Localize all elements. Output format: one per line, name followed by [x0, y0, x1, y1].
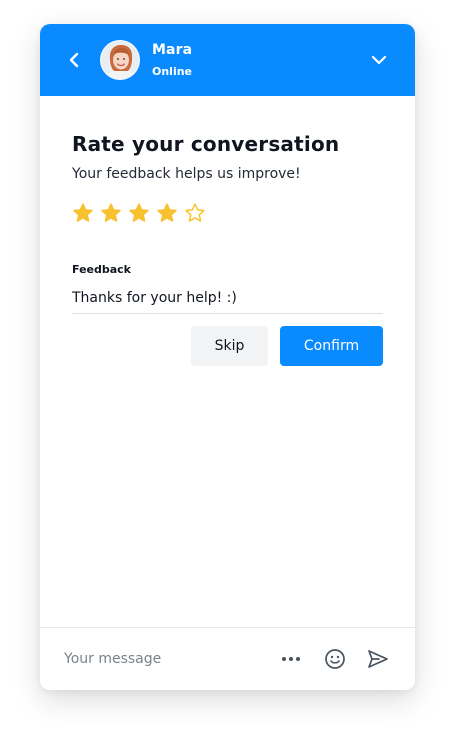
feedback-label: Feedback	[72, 263, 131, 276]
emoji-icon	[325, 649, 345, 669]
chat-header: Mara Online	[40, 24, 415, 96]
chat-widget: Mara Online Rate your conversation Your …	[40, 24, 415, 690]
feedback-input[interactable]	[72, 282, 383, 314]
chevron-left-icon	[69, 52, 79, 68]
agent-status: Online	[152, 65, 193, 78]
more-button[interactable]	[278, 646, 304, 672]
message-input[interactable]	[64, 646, 264, 672]
send-button[interactable]	[365, 646, 391, 672]
back-button[interactable]	[62, 48, 86, 72]
agent-name: Mara	[152, 42, 193, 58]
more-icon	[282, 657, 300, 661]
message-composer	[40, 627, 415, 690]
send-icon	[368, 650, 388, 668]
avatar	[100, 40, 140, 80]
star-rating	[72, 202, 206, 224]
star-icon-3[interactable]	[128, 202, 150, 224]
confirm-button[interactable]: Confirm	[280, 326, 383, 366]
chevron-down-icon	[371, 55, 387, 65]
star-icon-2[interactable]	[100, 202, 122, 224]
page-title: Rate your conversation	[72, 132, 340, 156]
page-subtitle: Your feedback helps us improve!	[72, 166, 301, 182]
star-icon-4[interactable]	[156, 202, 178, 224]
skip-button[interactable]: Skip	[191, 326, 268, 366]
emoji-button[interactable]	[322, 646, 348, 672]
star-icon-5[interactable]	[184, 202, 206, 224]
star-icon-1[interactable]	[72, 202, 94, 224]
collapse-button[interactable]	[367, 48, 391, 72]
